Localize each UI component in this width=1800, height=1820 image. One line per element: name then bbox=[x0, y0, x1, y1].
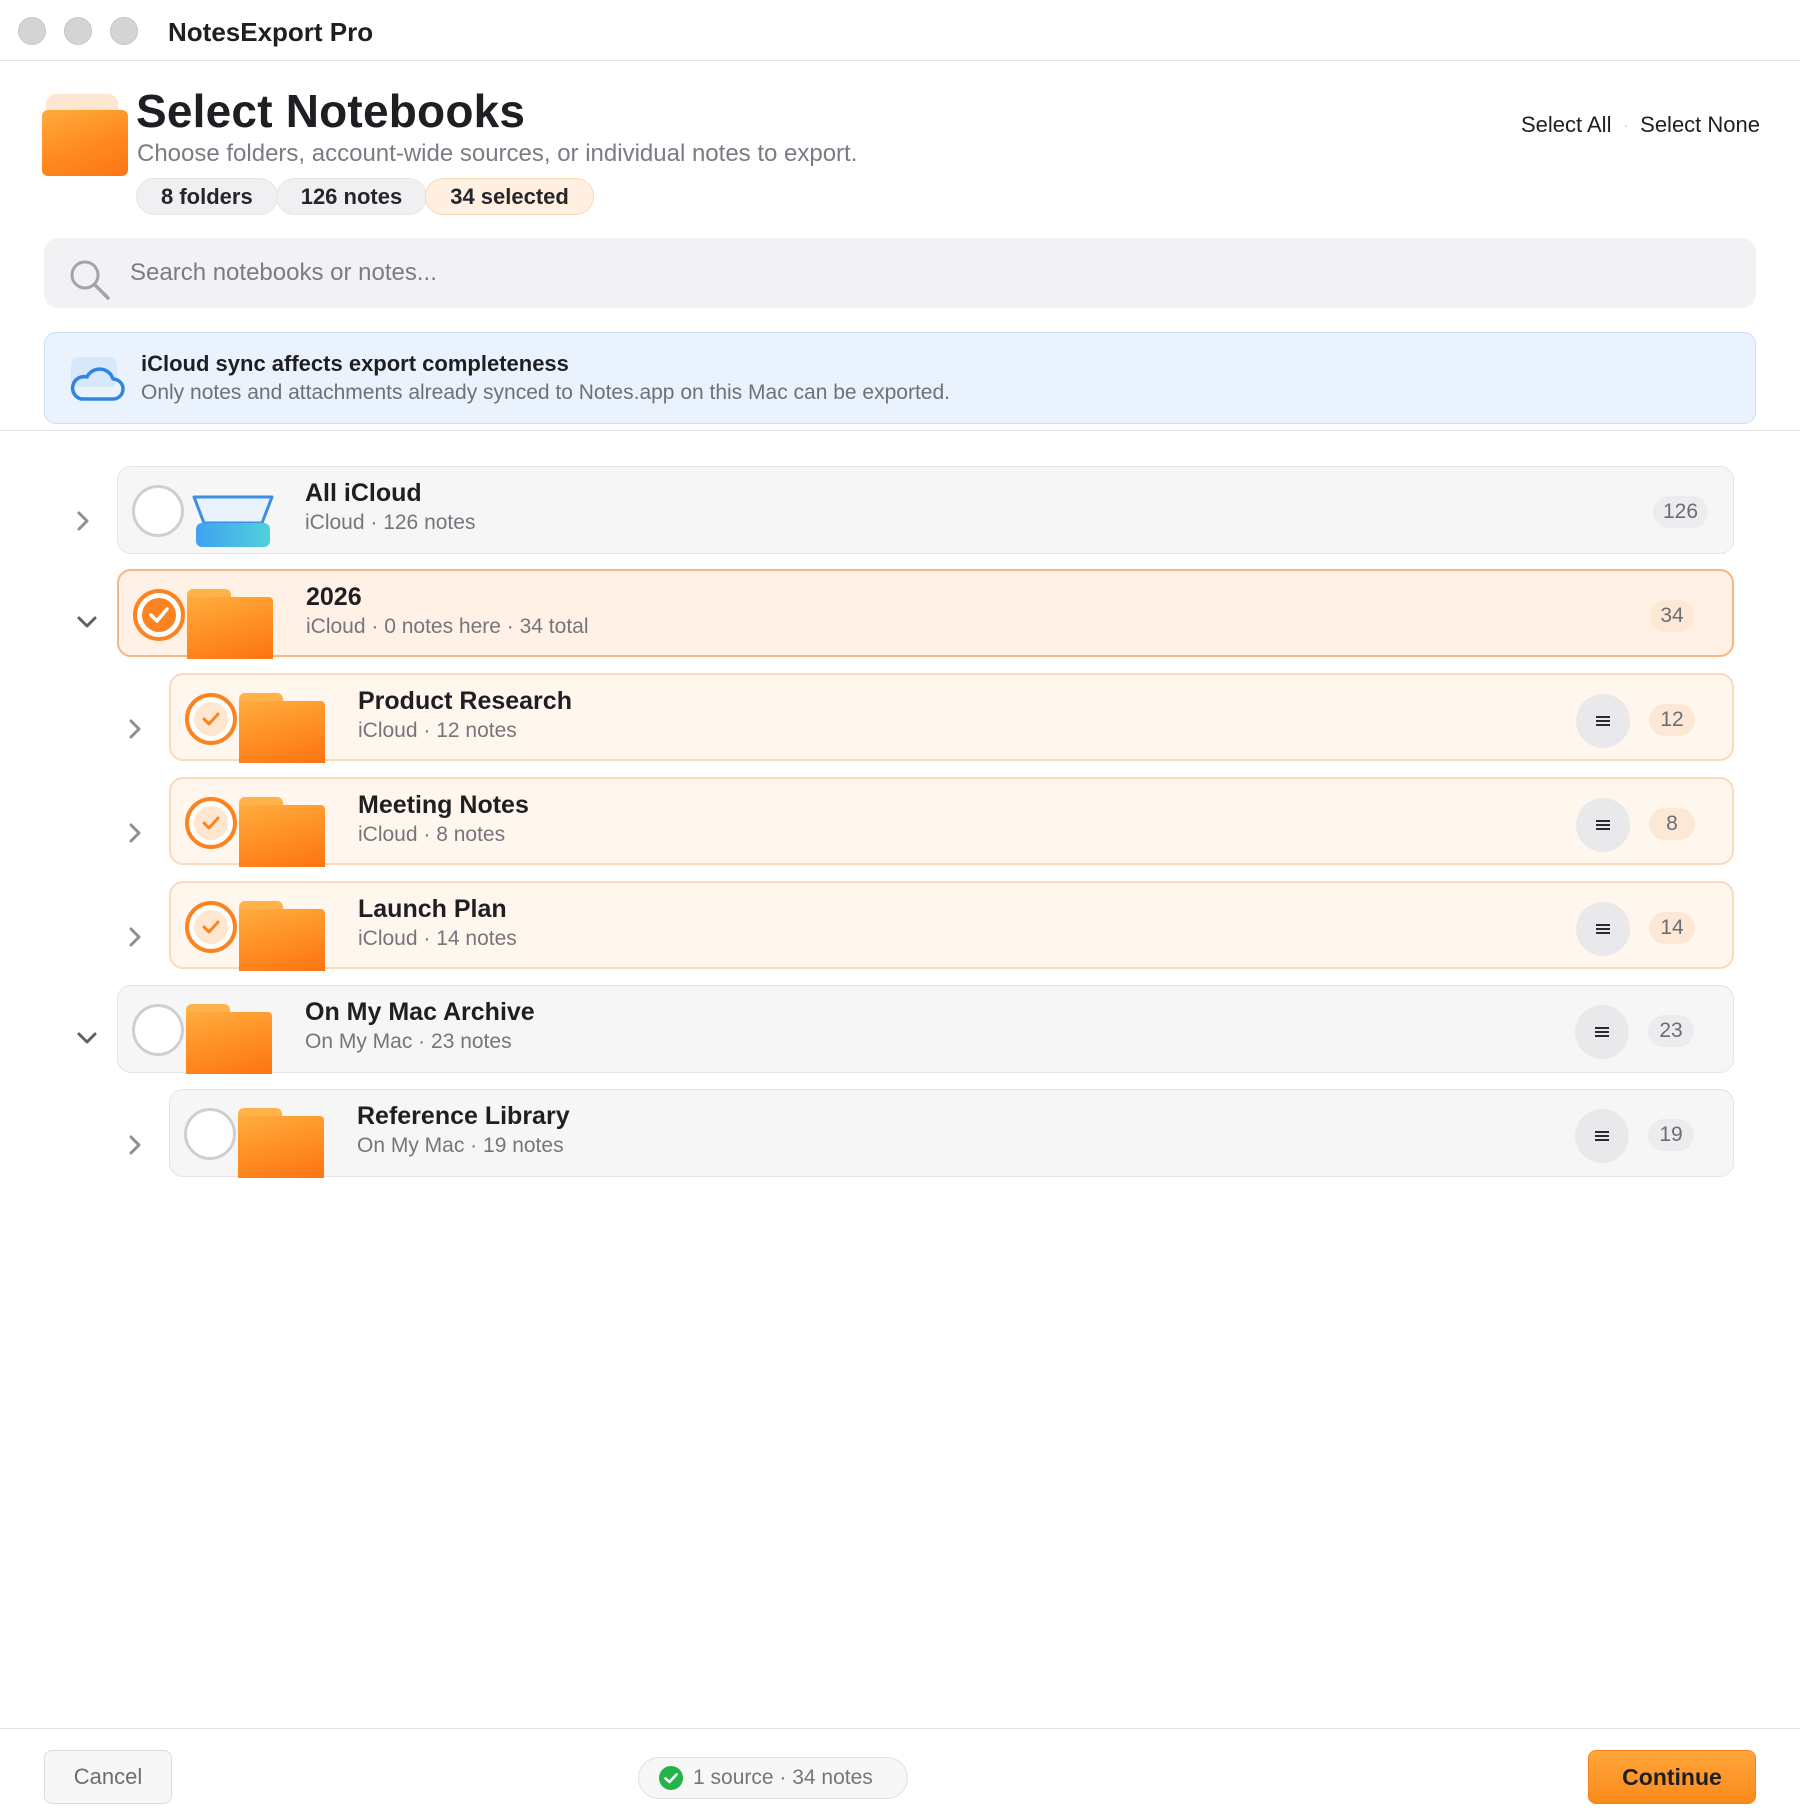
chevron-down-icon[interactable] bbox=[72, 607, 102, 637]
note-count-badge: 12 bbox=[1649, 704, 1695, 736]
list-icon bbox=[1595, 1027, 1609, 1037]
row-meta: iCloud · 0 notes here · 34 total bbox=[306, 615, 589, 638]
folder-icon bbox=[186, 1004, 272, 1074]
row-checkbox-checked[interactable] bbox=[133, 589, 185, 641]
row-meta: iCloud · 12 notes bbox=[358, 719, 517, 742]
page-subtitle: Choose folders, account-wide sources, or… bbox=[137, 140, 858, 167]
app-title: NotesExport Pro bbox=[168, 17, 374, 47]
section-divider bbox=[0, 430, 1800, 431]
notes-list-button[interactable] bbox=[1575, 1109, 1629, 1163]
folder-icon bbox=[239, 797, 325, 867]
note-count-badge: 8 bbox=[1649, 808, 1695, 840]
folder-icon bbox=[238, 1108, 324, 1178]
row-name: Launch Plan bbox=[358, 895, 507, 923]
cancel-button[interactable]: Cancel bbox=[44, 1750, 172, 1804]
notebook-row-all-icloud[interactable]: All iCloud iCloud · 126 notes 126 bbox=[117, 466, 1734, 554]
close-window-button[interactable] bbox=[18, 17, 46, 45]
row-name: 2026 bbox=[306, 583, 362, 611]
search-field[interactable] bbox=[44, 238, 1756, 308]
continue-button[interactable]: Continue bbox=[1588, 1750, 1756, 1804]
zoom-window-button[interactable] bbox=[110, 17, 138, 45]
row-checkbox-checked[interactable] bbox=[185, 901, 237, 953]
cloud-icon bbox=[70, 357, 125, 401]
selection-status-pill: 1 source · 34 notes bbox=[638, 1757, 908, 1799]
notebook-row-launch-plan[interactable]: Launch Plan iCloud · 14 notes 14 bbox=[169, 881, 1734, 971]
footer-divider bbox=[0, 1728, 1800, 1729]
checkmark-icon bbox=[202, 816, 220, 830]
notes-list-button[interactable] bbox=[1575, 1005, 1629, 1059]
page-title: Select Notebooks bbox=[136, 85, 526, 137]
chevron-right-icon[interactable] bbox=[120, 714, 150, 744]
row-meta: On My Mac · 23 notes bbox=[305, 1030, 512, 1053]
banner-title: iCloud sync affects export completeness bbox=[141, 351, 569, 376]
checkmark-icon bbox=[202, 712, 220, 726]
row-name: Meeting Notes bbox=[358, 791, 529, 819]
selected-count-chip: 34 selected bbox=[425, 178, 594, 215]
selection-actions: Select All · Select None bbox=[1521, 112, 1760, 138]
note-count-badge: 19 bbox=[1648, 1119, 1694, 1151]
row-checkbox[interactable] bbox=[132, 1004, 184, 1056]
notebook-row-on-my-mac-archive[interactable]: On My Mac Archive On My Mac · 23 notes 2… bbox=[117, 985, 1734, 1074]
notebook-row-meeting-notes[interactable]: Meeting Notes iCloud · 8 notes 8 bbox=[169, 777, 1734, 867]
notes-list-button[interactable] bbox=[1576, 694, 1630, 748]
row-meta: iCloud · 14 notes bbox=[358, 927, 517, 950]
checkmark-icon bbox=[202, 920, 220, 934]
select-none-button[interactable]: Select None bbox=[1640, 112, 1760, 138]
note-count-badge: 34 bbox=[1649, 600, 1695, 632]
folder-icon bbox=[187, 589, 273, 659]
list-icon bbox=[1596, 716, 1610, 726]
row-name: Product Research bbox=[358, 687, 572, 715]
list-icon bbox=[1595, 1131, 1609, 1141]
summary-chips: 8 folders 126 notes 34 selected bbox=[136, 178, 594, 215]
list-icon bbox=[1596, 820, 1610, 830]
separator: · bbox=[1623, 117, 1629, 133]
note-count-badge: 23 bbox=[1648, 1015, 1694, 1047]
notebook-row-product-research[interactable]: Product Research iCloud · 12 notes 12 bbox=[169, 673, 1734, 763]
chevron-down-icon[interactable] bbox=[72, 1023, 102, 1053]
search-icon bbox=[70, 260, 110, 300]
list-icon bbox=[1596, 924, 1610, 934]
select-all-button[interactable]: Select All bbox=[1521, 112, 1612, 138]
checkmark-icon bbox=[149, 607, 169, 623]
icloud-tray-icon bbox=[192, 495, 274, 547]
note-count-badge: 126 bbox=[1653, 496, 1709, 528]
row-meta: iCloud · 8 notes bbox=[358, 823, 506, 846]
row-checkbox[interactable] bbox=[132, 485, 184, 537]
notebook-row-reference-library[interactable]: Reference Library On My Mac · 19 notes 1… bbox=[169, 1089, 1734, 1178]
folders-count-chip: 8 folders bbox=[136, 178, 278, 215]
row-meta: iCloud · 126 notes bbox=[305, 511, 476, 534]
search-input[interactable] bbox=[130, 238, 1730, 308]
chevron-right-icon[interactable] bbox=[120, 1130, 150, 1160]
folder-icon bbox=[42, 92, 128, 176]
row-meta: On My Mac · 19 notes bbox=[357, 1134, 564, 1157]
notebook-row-2026[interactable]: 2026 iCloud · 0 notes here · 34 total 34 bbox=[117, 569, 1734, 659]
banner-text: Only notes and attachments already synce… bbox=[141, 381, 950, 404]
minimize-window-button[interactable] bbox=[64, 17, 92, 45]
chevron-right-icon[interactable] bbox=[120, 818, 150, 848]
chevron-right-icon[interactable] bbox=[68, 506, 98, 536]
chevron-right-icon[interactable] bbox=[120, 922, 150, 952]
title-bar: NotesExport Pro bbox=[0, 0, 1800, 61]
notes-list-button[interactable] bbox=[1576, 798, 1630, 852]
row-name: On My Mac Archive bbox=[305, 998, 535, 1026]
note-count-badge: 14 bbox=[1649, 912, 1695, 944]
notes-count-chip: 126 notes bbox=[275, 178, 428, 215]
row-name: All iCloud bbox=[305, 479, 422, 507]
folder-icon bbox=[239, 901, 325, 971]
row-checkbox-checked[interactable] bbox=[185, 693, 237, 745]
row-checkbox-checked[interactable] bbox=[185, 797, 237, 849]
row-checkbox[interactable] bbox=[184, 1108, 236, 1160]
notes-list-button[interactable] bbox=[1576, 902, 1630, 956]
row-name: Reference Library bbox=[357, 1102, 570, 1130]
icloud-sync-banner: iCloud sync affects export completeness … bbox=[44, 332, 1756, 424]
check-circle-icon bbox=[659, 1766, 683, 1790]
selection-status-text: 1 source · 34 notes bbox=[693, 1766, 873, 1789]
folder-icon bbox=[239, 693, 325, 763]
